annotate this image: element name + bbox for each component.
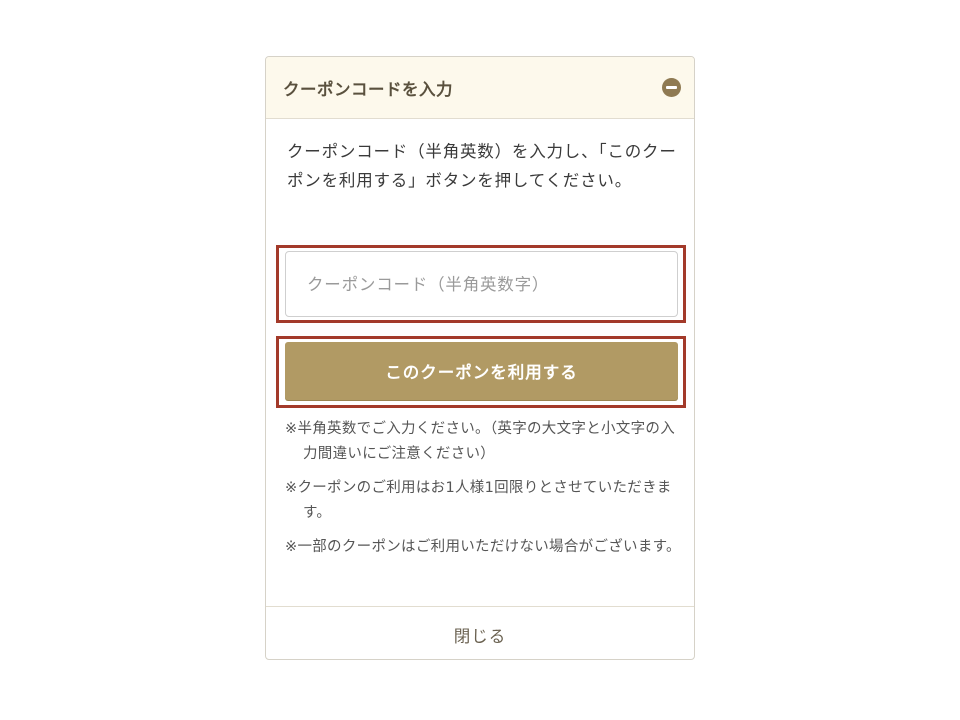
- panel-footer: 閉じる: [266, 606, 694, 659]
- minus-circle-icon[interactable]: [662, 78, 681, 97]
- note-item: ※一部のクーポンはご利用いただけない場合がございます。: [285, 539, 681, 555]
- instructions-text: クーポンコード（半角英数）を入力し、「このクーポンを利用する」ボタンを押してくだ…: [287, 142, 677, 190]
- notes-list: ※半角英数でご入力ください。（英字の大文字と小文字の入力間違いにご注意ください）…: [285, 417, 685, 569]
- coupon-panel: クーポンコードを入力 クーポンコード（半角英数）を入力し、「このクーポンを利用す…: [265, 56, 695, 660]
- apply-coupon-button[interactable]: このクーポンを利用する: [285, 342, 678, 400]
- coupon-code-input[interactable]: [285, 251, 678, 317]
- panel-header[interactable]: クーポンコードを入力: [266, 57, 694, 119]
- note-item: ※半角英数でご入力ください。（英字の大文字と小文字の入力間違いにご注意ください）: [285, 421, 675, 462]
- close-button[interactable]: 閉じる: [266, 623, 694, 647]
- note-item: ※クーポンのご利用はお1人様1回限りとさせていただきます。: [285, 480, 672, 521]
- panel-title: クーポンコードを入力: [283, 80, 453, 99]
